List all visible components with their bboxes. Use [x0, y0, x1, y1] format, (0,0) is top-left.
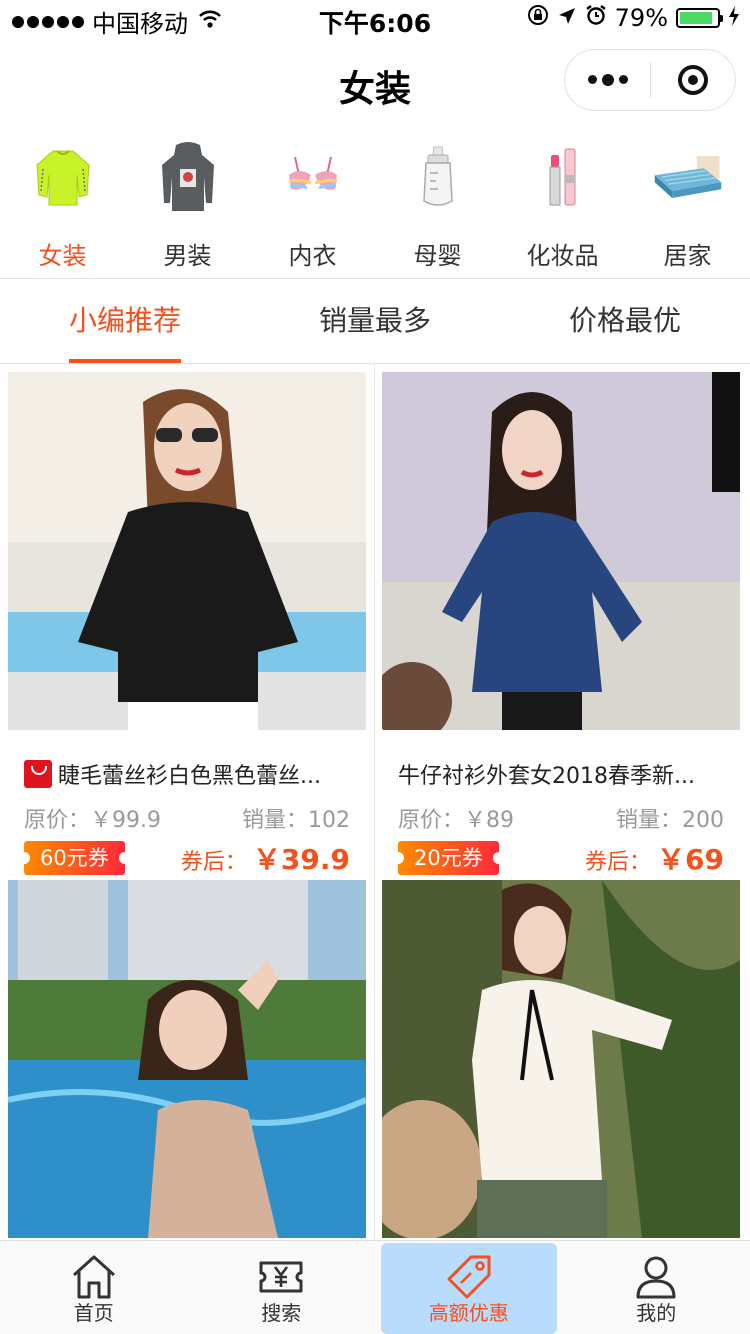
tmall-badge-icon [24, 760, 52, 788]
charging-icon [728, 4, 740, 32]
column-divider [374, 364, 375, 1240]
battery-icon [676, 8, 723, 28]
category-label: 女装 [38, 242, 87, 270]
bottom-tab-bar: 首页 搜索 高额优惠 我的 [0, 1240, 750, 1334]
sales-count: 销量：200 [615, 808, 724, 833]
after-coupon-price: 券后： ￥39.9 [180, 843, 350, 876]
bed-icon [653, 142, 723, 212]
product-title: 睫毛蕾丝衫白色黑色蕾丝... [24, 758, 352, 790]
after-coupon-price: 券后： ￥69 [585, 843, 724, 876]
target-icon [677, 65, 708, 95]
more-options-button[interactable] [565, 73, 650, 86]
category-home[interactable]: 居家 [625, 124, 750, 278]
product-card[interactable] [382, 880, 740, 1238]
sales-count: 销量：102 [241, 808, 350, 833]
product-title: 牛仔衬衫外套女2018春季新... [398, 764, 695, 789]
original-price: 原价：￥89 [398, 808, 515, 833]
coupon-badge[interactable]: 20元券 [392, 841, 505, 875]
price-row: 原价：￥99.9 销量：102 [24, 802, 350, 834]
category-label: 母婴 [413, 242, 462, 270]
original-price: 原价：￥99.9 [24, 808, 162, 833]
tab-label: 首页 [73, 1301, 114, 1325]
sweater-icon [28, 142, 98, 212]
product-grid: 睫毛蕾丝衫白色黑色蕾丝... 原价：￥99.9 销量：102 60元券 券后： ￥… [0, 364, 750, 1240]
user-icon [636, 1256, 676, 1299]
product-card[interactable]: 牛仔衬衫外套女2018春季新... 原价：￥89 销量：200 20元券 券后：… [382, 372, 740, 876]
category-underwear[interactable]: 内衣 [250, 124, 375, 278]
status-bar: 中国移动 下午6:06 79% [0, 0, 750, 40]
coupon-badge[interactable]: 60元券 [18, 841, 131, 875]
price-row: 原价：￥89 销量：200 [398, 802, 724, 834]
tab-label: 高额优惠 [428, 1301, 509, 1325]
tab-me[interactable]: 我的 [563, 1241, 750, 1334]
lipstick-icon [528, 142, 598, 212]
category-cosmetics[interactable]: 化妆品 [500, 124, 625, 278]
category-label: 男装 [163, 242, 212, 270]
tab-label: 搜索 [261, 1301, 302, 1325]
product-image-white-blouse[interactable] [382, 880, 740, 1238]
category-mens[interactable]: 男装 [125, 124, 250, 278]
baby-bottle-icon [403, 142, 473, 212]
tab-search[interactable]: 搜索 [188, 1241, 376, 1334]
location-icon [557, 4, 577, 32]
tab-home[interactable]: 首页 [0, 1241, 188, 1334]
tab-best-price[interactable]: 价格最优 [500, 279, 750, 363]
miniprogram-capsule [564, 49, 736, 111]
alarm-icon [585, 4, 607, 32]
category-mother-baby[interactable]: 母婴 [375, 124, 500, 278]
category-womens[interactable]: 女装 [0, 124, 125, 278]
product-title-text: 睫毛蕾丝衫白色黑色蕾丝... [58, 764, 321, 789]
category-label: 化妆品 [526, 242, 599, 270]
hoodie-icon [153, 142, 223, 212]
close-miniprogram-button[interactable] [651, 65, 735, 95]
rotation-lock-icon [527, 4, 549, 32]
coupon-row: 60元券 券后： ￥39.9 [18, 838, 350, 878]
category-label: 居家 [663, 242, 712, 270]
category-strip: 女装 男装 内衣 母婴 化妆品 居家 [0, 124, 750, 278]
product-card[interactable]: 睫毛蕾丝衫白色黑色蕾丝... 原价：￥99.9 销量：102 60元券 券后： ￥… [8, 372, 366, 876]
product-image-denim-shirt[interactable] [382, 372, 740, 730]
ticket-yen-icon [259, 1261, 303, 1293]
product-image-black-lace-top[interactable] [8, 372, 366, 730]
home-icon [72, 1255, 115, 1299]
battery-percent: 79% [614, 4, 668, 32]
tab-high-discount[interactable]: 高额优惠 [375, 1241, 563, 1334]
navigation-bar: 女装 [0, 40, 750, 124]
product-image-pool-model[interactable] [8, 880, 366, 1238]
tab-label: 我的 [636, 1301, 677, 1325]
tab-best-selling[interactable]: 销量最多 [250, 279, 500, 363]
tab-editor-picks[interactable]: 小编推荐 [0, 279, 250, 363]
coupon-row: 20元券 券后： ￥69 [392, 838, 724, 878]
product-card[interactable] [8, 880, 366, 1238]
price-tag-icon [447, 1255, 491, 1299]
sort-tabs: 小编推荐 销量最多 价格最优 [0, 279, 750, 363]
category-label: 内衣 [288, 242, 337, 270]
bra-icon [278, 142, 348, 212]
